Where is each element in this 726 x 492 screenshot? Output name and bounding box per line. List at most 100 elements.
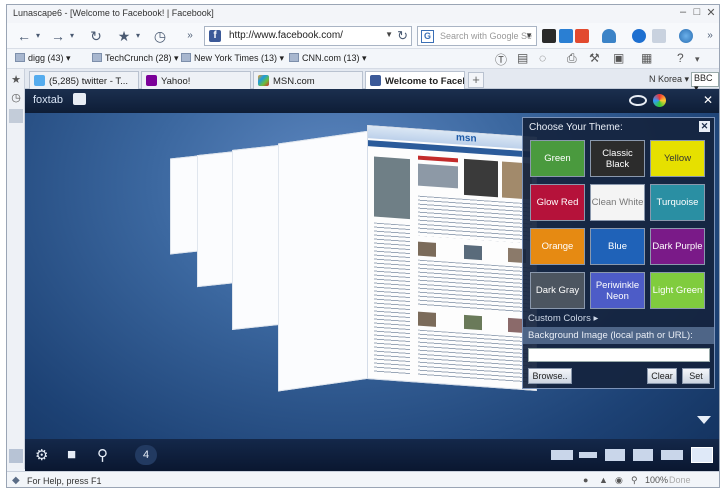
region-label[interactable]: N Korea ▾ xyxy=(649,74,689,85)
search-box[interactable]: G Search with Google Se ▼ xyxy=(417,26,537,46)
screenshot-icon[interactable]: ▣ xyxy=(613,51,624,65)
grip-icon[interactable]: ◌ xyxy=(539,51,546,65)
theme-classic-black[interactable]: Classic Black xyxy=(590,140,645,177)
new-tab-button[interactable]: + xyxy=(468,72,484,88)
theme-panel-close-icon[interactable]: ✕ xyxy=(699,121,710,132)
bookmark-label: TechCrunch (28) xyxy=(105,53,172,63)
blue-orb-icon[interactable] xyxy=(632,29,646,43)
bookmark-techcrunch[interactable]: TechCrunch (28) ▾ xyxy=(92,53,179,64)
address-url[interactable]: http://www.facebook.com/ xyxy=(229,30,343,41)
back-dropdown-icon[interactable]: ▾ xyxy=(33,26,43,46)
foxtab-logo: foxtab xyxy=(33,93,86,106)
help-dropdown-icon[interactable]: ▾ xyxy=(695,54,700,65)
theme-orange[interactable]: Orange xyxy=(530,228,585,265)
eye-icon[interactable] xyxy=(629,95,647,106)
view-wall-icon[interactable] xyxy=(633,449,653,461)
address-dropdown-icon[interactable]: ▼ xyxy=(385,30,393,39)
favorites-dropdown-icon[interactable]: ▾ xyxy=(133,26,143,46)
history-clock-icon[interactable]: ◷ xyxy=(151,26,169,46)
theme-turquoise[interactable]: Turquoise xyxy=(650,184,705,221)
bookmark-nytimes[interactable]: New York Times (13) ▾ xyxy=(181,53,284,64)
settings-gear-icon[interactable]: ⚙ xyxy=(35,446,48,464)
tab-thumbnail[interactable] xyxy=(170,155,198,255)
feed-icon xyxy=(92,53,102,62)
set-button[interactable]: Set xyxy=(682,368,710,384)
custom-colors-link[interactable]: Custom Colors ▸ xyxy=(528,313,598,324)
favorites-star-icon[interactable]: ★ xyxy=(9,73,23,87)
clear-button[interactable]: Clear xyxy=(647,368,677,384)
search-icon[interactable]: ⚲ xyxy=(97,446,108,464)
help-icon[interactable]: ? xyxy=(677,51,684,65)
tab-facebook[interactable]: Welcome to Faceb... xyxy=(365,71,465,89)
view-flip-icon[interactable] xyxy=(691,447,713,463)
tab-msn[interactable]: MSN.com xyxy=(253,71,363,89)
toolbox-icon[interactable]: ■ xyxy=(67,446,76,463)
theme-dark-gray[interactable]: Dark Gray xyxy=(530,272,585,309)
news-select[interactable]: BBC ▾ xyxy=(691,72,719,93)
theme-light-green[interactable]: Light Green xyxy=(650,272,705,309)
forward-icon[interactable]: → xyxy=(49,26,67,46)
theme-green[interactable]: Green xyxy=(530,140,585,177)
globe-icon[interactable] xyxy=(679,29,693,43)
address-refresh-icon[interactable]: ↻ xyxy=(397,28,408,44)
msn-page-thumbnail[interactable]: msn xyxy=(367,125,538,391)
feed-icon xyxy=(15,53,25,62)
facebook-favicon-icon: f xyxy=(209,30,221,42)
theme-dark-purple[interactable]: Dark Purple xyxy=(650,228,705,265)
page-icon[interactable]: ▤ xyxy=(517,51,528,65)
theme-glow-red[interactable]: Glow Red xyxy=(530,184,585,221)
address-bar[interactable]: f http://www.facebook.com/ ▼ ↻ xyxy=(204,26,412,46)
engine-icon[interactable] xyxy=(575,29,589,43)
reload-icon[interactable]: ↻ xyxy=(87,26,105,46)
tab-yahoo[interactable]: Yahoo! xyxy=(141,71,251,89)
view-icon[interactable]: ◉ xyxy=(615,475,623,486)
view-grid-icon[interactable] xyxy=(605,449,625,461)
engine-icon[interactable] xyxy=(542,29,556,43)
tab-twitter[interactable]: (5,285) twitter - T... xyxy=(29,71,139,89)
theme-yellow[interactable]: Yellow xyxy=(650,140,705,177)
page-menu-icon[interactable] xyxy=(652,29,666,43)
theme-label: Turquoise xyxy=(656,197,699,208)
bookmark-digg[interactable]: digg (43) ▾ xyxy=(15,53,71,64)
page-icon[interactable] xyxy=(72,93,86,105)
view-row-icon[interactable] xyxy=(579,452,597,458)
tab-thumbnail[interactable] xyxy=(278,130,370,392)
bookmark-cnn[interactable]: CNN.com (13) ▾ xyxy=(289,53,367,64)
more-chevron-icon[interactable]: » xyxy=(183,26,197,46)
bird-icon[interactable] xyxy=(602,29,616,43)
background-image-input[interactable] xyxy=(528,348,710,362)
scroll-down-icon[interactable] xyxy=(697,416,711,424)
favorites-star-icon[interactable]: ★ xyxy=(115,26,133,46)
bookmark-label: digg (43) xyxy=(28,53,64,63)
zoom-icon[interactable]: ⚲ xyxy=(631,475,638,486)
panel-icon[interactable] xyxy=(9,109,23,123)
layout-grid-icon[interactable]: ▦ xyxy=(641,51,652,65)
forward-dropdown-icon[interactable]: ▾ xyxy=(67,26,77,46)
minimize-icon[interactable]: – xyxy=(676,6,690,18)
maximize-icon[interactable]: □ xyxy=(690,6,704,18)
history-clock-icon[interactable]: ◷ xyxy=(9,91,23,105)
engine-icon[interactable] xyxy=(559,29,573,43)
print-icon[interactable]: ⎙ xyxy=(567,51,577,66)
theme-color-icon[interactable] xyxy=(653,94,666,107)
toolbar-more-icon[interactable]: » xyxy=(704,26,716,46)
search-dropdown-icon[interactable]: ▼ xyxy=(525,31,533,40)
theme-clean-white[interactable]: Clean White xyxy=(590,184,645,221)
view-carousel-icon[interactable] xyxy=(551,450,573,460)
close-icon[interactable]: ✕ xyxy=(704,6,718,19)
translate-icon[interactable]: Ⓣ xyxy=(495,51,507,68)
close-foxtab-icon[interactable]: ✕ xyxy=(703,93,713,107)
security-icon: ● xyxy=(583,475,589,485)
tab-count-badge: 4 xyxy=(135,445,157,465)
zoom-level[interactable]: 100% xyxy=(645,475,668,485)
view-stack-icon[interactable] xyxy=(661,450,683,460)
search-input[interactable]: Search with Google Se xyxy=(440,31,532,41)
tab-label: MSN.com xyxy=(273,76,315,87)
back-icon[interactable]: ← xyxy=(15,26,33,46)
theme-blue[interactable]: Blue xyxy=(590,228,645,265)
tools-wrench-icon[interactable]: ⚒ xyxy=(589,51,600,65)
tab-thumbnail[interactable] xyxy=(197,150,237,288)
sidebar-bottom-icon[interactable] xyxy=(9,449,23,463)
theme-periwinkle-neon[interactable]: Periwinkle Neon xyxy=(590,272,645,309)
browse-button[interactable]: Browse.. xyxy=(528,368,572,384)
